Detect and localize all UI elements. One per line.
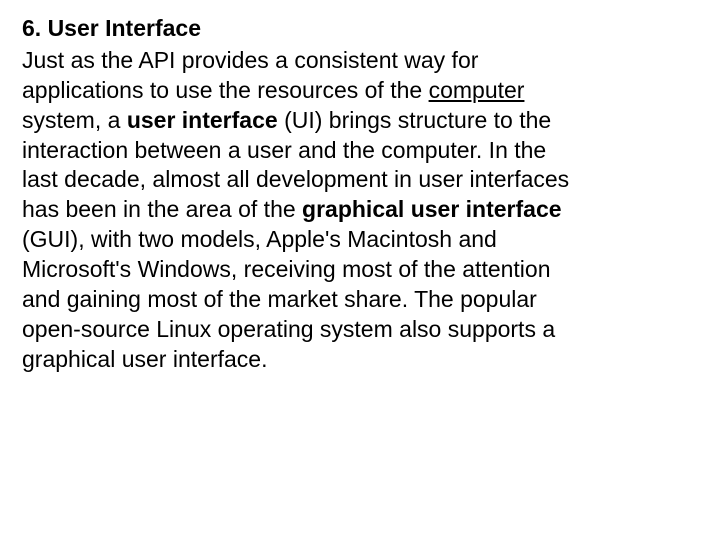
- section-body: Just as the API provides a consistent wa…: [22, 46, 582, 375]
- link-computer[interactable]: computer: [429, 77, 525, 103]
- bold-user-interface: user interface: [127, 107, 278, 133]
- text-segment: Just as the API provides a consistent wa…: [22, 47, 478, 103]
- text-segment: (GUI), with two models, Apple's Macintos…: [22, 226, 555, 372]
- section-heading: 6. User Interface: [22, 14, 700, 44]
- text-segment: system, a: [22, 107, 120, 133]
- bold-graphical-user-interface: graphical user interface: [302, 196, 562, 222]
- document-page: 6. User Interface Just as the API provid…: [0, 0, 720, 395]
